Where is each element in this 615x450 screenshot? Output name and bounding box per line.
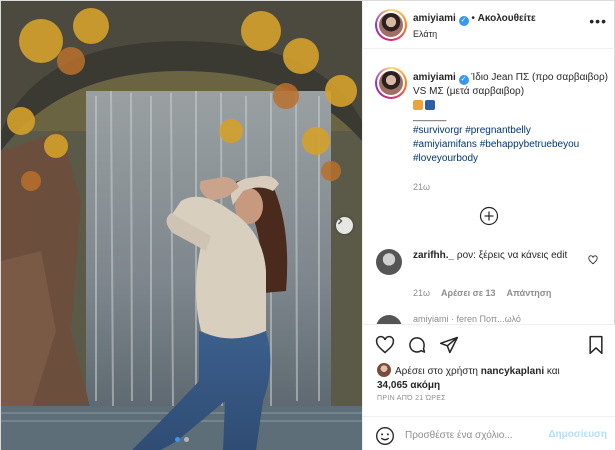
reply-button[interactable]: Απάντηση <box>507 288 552 298</box>
author-username[interactable]: amiyiami <box>413 13 456 24</box>
instagram-post: amiyiami ✓ • Ακολουθείτε Ελάτη ••• amiyi… <box>0 0 615 450</box>
jeans-emoji-icon <box>425 100 435 110</box>
add-circle-icon <box>479 206 499 226</box>
comment-time[interactable]: 21ω <box>413 288 430 298</box>
liked-by: Αρέσει στο χρήστη nancykaplani και 34,06… <box>377 363 607 393</box>
post-side-panel: amiyiami ✓ • Ακολουθείτε Ελάτη ••• amiyi… <box>362 1 615 450</box>
caption-time[interactable]: 21ω <box>413 180 609 194</box>
comment-username[interactable]: zarifhh._ <box>413 250 454 261</box>
emoji-button[interactable] <box>375 426 395 449</box>
commenter-avatar[interactable] <box>376 249 402 275</box>
verified-badge-icon: ✓ <box>458 16 469 26</box>
header-user-row: amiyiami ✓ • Ακολουθείτε <box>413 13 536 26</box>
liked-by-prefix: Αρέσει στο χρήστη <box>395 366 478 377</box>
comment-composer: Δημοσίευση <box>363 416 615 450</box>
post-date[interactable]: ΠΡΙΝ ΑΠΌ 21 ΏΡΕΣ <box>377 395 446 402</box>
carousel-dots <box>1 437 362 442</box>
post-actions: Αρέσει στο χρήστη nancykaplani και 34,06… <box>363 324 615 450</box>
post-location[interactable]: Ελάτη <box>413 29 437 39</box>
comment-input[interactable] <box>405 426 545 444</box>
more-options-icon[interactable]: ••• <box>589 14 607 28</box>
comment-icon <box>409 337 426 353</box>
verified-badge-icon: ✓ <box>458 75 469 85</box>
carousel-dot-active <box>174 437 180 442</box>
post-header: amiyiami ✓ • Ακολουθείτε Ελάτη ••• <box>363 1 615 49</box>
next-image-button[interactable] <box>336 217 353 234</box>
comment-button[interactable] <box>407 335 427 358</box>
emoji-icon <box>413 100 423 110</box>
comment-meta: 21ω Αρέσει σε 13 Απάντηση <box>413 288 551 298</box>
save-button[interactable] <box>587 335 605 358</box>
publish-button[interactable]: Δημοσίευση <box>548 429 607 440</box>
hashtag[interactable]: #loveyourbody <box>413 153 478 164</box>
bookmark-icon <box>589 335 603 355</box>
photo-scene <box>1 1 362 450</box>
heart-icon <box>588 255 598 265</box>
caption-emojis <box>413 100 609 110</box>
post-caption: amiyiami ✓ Ίδιο Jean ΠΣ (προ σαρβαιβορ) … <box>413 71 609 194</box>
comment-like-button[interactable] <box>588 255 598 268</box>
liker-avatar[interactable] <box>377 363 391 377</box>
post-photo[interactable] <box>1 1 362 450</box>
caption-divider: ______ <box>413 111 447 122</box>
likes-count[interactable]: 34,065 ακόμη <box>377 380 440 391</box>
caption-avatar[interactable] <box>375 67 407 99</box>
hashtag[interactable]: #amiyiamifans <box>413 139 477 150</box>
comment-likes[interactable]: Αρέσει σε 13 <box>441 288 496 298</box>
liked-by-and: και <box>546 366 560 377</box>
caption-username[interactable]: amiyiami <box>413 72 456 83</box>
following-button[interactable]: Ακολουθείτε <box>478 13 536 24</box>
comment-text: ρον: ξέρεις να κάνεις edit <box>456 250 568 261</box>
share-button[interactable] <box>439 335 459 358</box>
carousel-dot <box>183 437 189 442</box>
comment: zarifhh._ ρον: ξέρεις να κάνεις edit <box>413 249 593 263</box>
next-arrow-icon <box>338 217 343 225</box>
hashtag[interactable]: #survivorgr <box>413 125 462 136</box>
hashtag[interactable]: #behappybetruebeyou <box>480 139 580 150</box>
like-button[interactable] <box>375 335 395 358</box>
share-icon <box>439 336 459 354</box>
author-avatar[interactable] <box>375 9 407 41</box>
smile-icon <box>376 427 394 445</box>
caption-hashtags: #survivorgr #pregnantbelly #amiyiamifans… <box>413 124 609 166</box>
liked-by-user[interactable]: nancykaplani <box>481 366 544 377</box>
heart-icon <box>375 335 395 354</box>
hashtag[interactable]: #pregnantbelly <box>465 125 531 136</box>
load-more-comments-button[interactable] <box>479 206 499 229</box>
